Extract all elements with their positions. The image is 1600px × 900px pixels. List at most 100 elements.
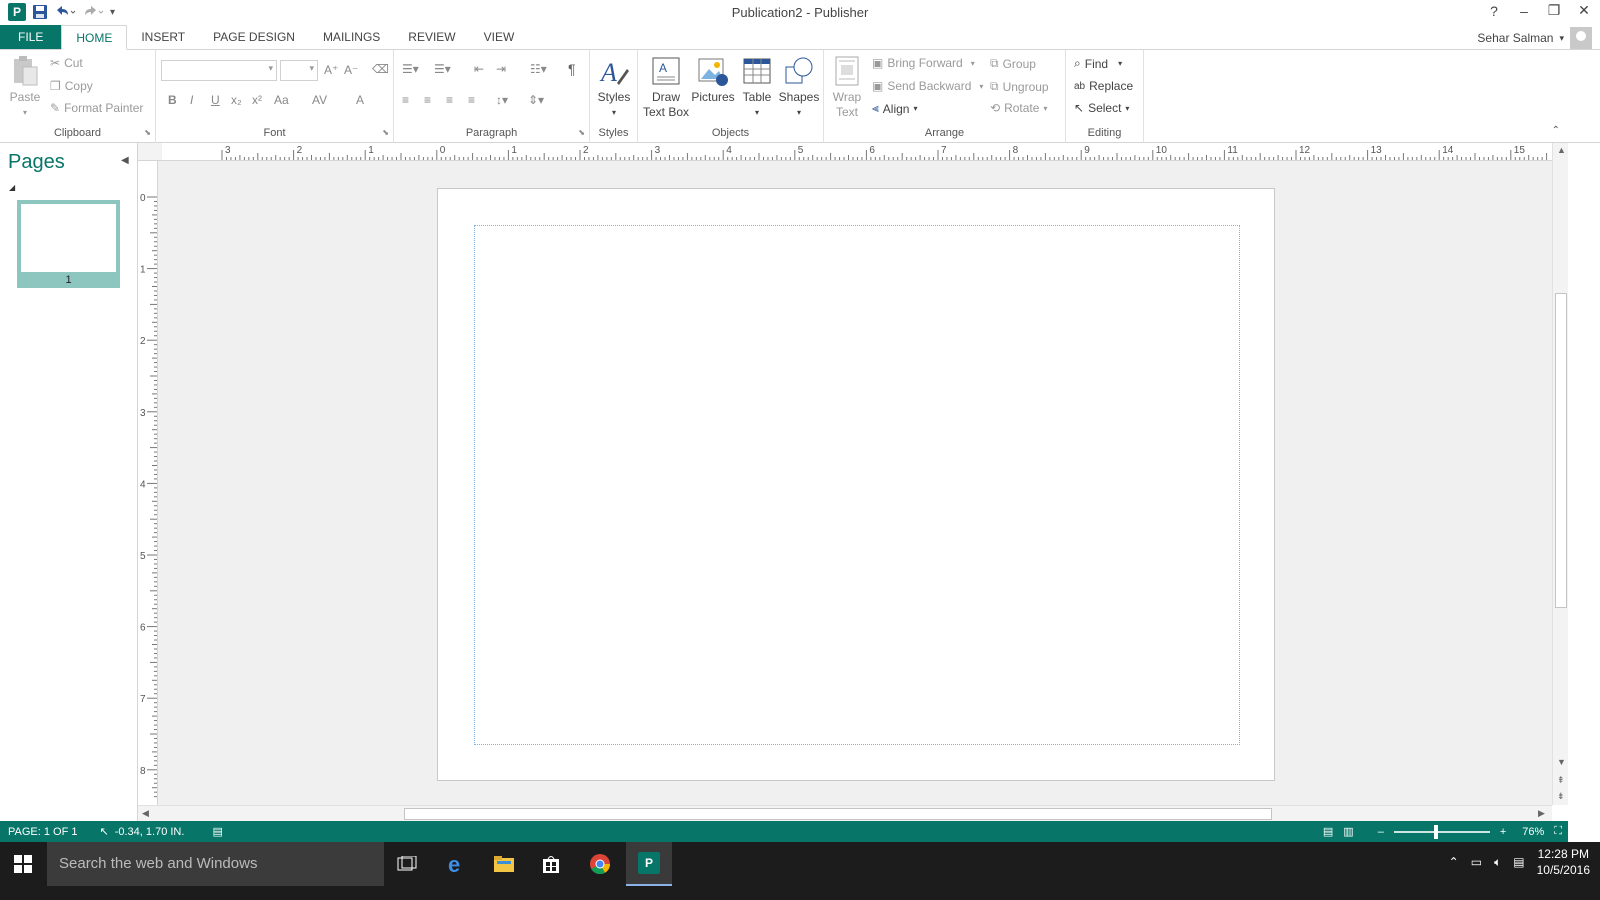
save-icon[interactable] — [32, 2, 48, 22]
zoom-slider[interactable] — [1393, 824, 1490, 839]
volume-icon[interactable]: 🔈︎ — [1494, 855, 1501, 870]
user-account[interactable]: Sehar Salman ▾ — [1477, 27, 1592, 49]
clear-formatting-icon[interactable]: ⌫ — [372, 62, 389, 76]
horizontal-scroll-thumb[interactable] — [404, 808, 1272, 820]
zoom-in-button[interactable]: + — [1500, 826, 1506, 838]
tab-home[interactable]: HOME — [61, 25, 128, 50]
zoom-out-button[interactable]: – — [1378, 826, 1384, 838]
font-launcher-icon[interactable]: ⬊ — [382, 128, 389, 137]
next-page-icon[interactable]: ⇟ — [1557, 791, 1565, 802]
pictures-button[interactable]: Pictures — [690, 54, 736, 105]
publication-page[interactable] — [437, 188, 1275, 781]
ungroup-button[interactable]: ⧉ Ungroup — [990, 79, 1049, 94]
page-indicator[interactable]: PAGE: 1 OF 1 — [8, 826, 78, 838]
show-formatting-button[interactable]: ¶ — [568, 61, 576, 77]
minimize-button[interactable]: – — [1516, 3, 1532, 19]
section-expand-icon[interactable]: ◢ — [9, 183, 15, 192]
redo-icon[interactable] — [82, 2, 104, 22]
bold-button[interactable]: B — [168, 93, 177, 107]
line-spacing-icon[interactable]: ↕▾ — [496, 93, 508, 107]
select-button[interactable]: ↖ Select ▾ — [1074, 101, 1129, 115]
avatar[interactable] — [1570, 27, 1592, 49]
ruler-corner[interactable] — [138, 143, 162, 161]
find-button[interactable]: ⌕ Find ▾ — [1074, 56, 1122, 71]
rotate-button[interactable]: ⟲ Rotate ▾ — [990, 101, 1047, 115]
decrease-indent-icon[interactable]: ⇤ — [474, 62, 484, 76]
shapes-button[interactable]: Shapes ▾ — [778, 54, 820, 120]
task-view-icon[interactable] — [384, 842, 430, 886]
scroll-left-icon[interactable]: ◀ — [142, 808, 149, 819]
tab-file[interactable]: FILE — [0, 25, 62, 49]
align-left-icon[interactable]: ≡ — [402, 93, 409, 107]
two-page-view-icon[interactable]: ▥ — [1343, 825, 1353, 838]
help-button[interactable]: ? — [1486, 3, 1502, 19]
taskbar-search-box[interactable]: Search the web and Windows — [47, 842, 384, 886]
customize-qat-button[interactable]: ▾ — [110, 2, 115, 22]
close-button[interactable]: ✕ — [1576, 2, 1592, 19]
send-backward-button[interactable]: ▣ Send Backward ▾ — [872, 79, 983, 93]
table-button[interactable]: Table ▾ — [738, 54, 776, 120]
replace-button[interactable]: ab Replace — [1074, 79, 1133, 93]
numbering-icon[interactable]: ☰▾ — [434, 62, 451, 76]
publisher-app-icon[interactable]: P — [8, 2, 26, 22]
collapse-ribbon-icon[interactable]: ⌃ — [1552, 125, 1560, 136]
shrink-font-button[interactable]: A⁻ — [344, 63, 358, 77]
align-right-icon[interactable]: ≡ — [446, 93, 453, 107]
user-name[interactable]: Sehar Salman — [1477, 31, 1553, 45]
subscript-button[interactable]: x₂ — [231, 93, 242, 107]
workspace[interactable] — [158, 161, 1552, 805]
vertical-ruler[interactable]: 0 1 2 3 4 5 6 7 8 — [138, 161, 158, 805]
underline-button[interactable]: U — [211, 93, 220, 107]
font-name-combo[interactable] — [161, 60, 277, 81]
character-spacing-button[interactable]: AV — [312, 93, 327, 107]
store-icon[interactable] — [528, 842, 574, 886]
chrome-browser-icon[interactable] — [577, 842, 623, 886]
zoom-slider-thumb[interactable] — [1434, 824, 1439, 839]
collapse-pane-icon[interactable]: ◀ — [121, 155, 129, 166]
increase-indent-icon[interactable]: ⇥ — [496, 62, 506, 76]
styles-button[interactable]: A Styles ▾ — [596, 54, 632, 120]
scroll-up-icon[interactable]: ▲ — [1557, 145, 1566, 155]
windows-start-icon[interactable] — [0, 842, 46, 886]
wrap-text-button[interactable]: Wrap Text — [828, 54, 866, 120]
tab-review[interactable]: REVIEW — [394, 25, 469, 49]
font-size-combo[interactable] — [280, 60, 318, 81]
zoom-level[interactable]: 76% — [1522, 826, 1544, 838]
publisher-taskbar-icon[interactable]: P — [626, 842, 672, 886]
tab-view[interactable]: VIEW — [470, 25, 529, 49]
horizontal-ruler[interactable]: 3 2 1 0 1 2 3 4 5 6 7 8 9 10 11 12 13 14 15 — [162, 143, 1552, 161]
bullets-icon[interactable]: ☰▾ — [402, 62, 419, 76]
undo-icon[interactable] — [54, 2, 76, 22]
align-button[interactable]: ⫷ Align ▾ — [872, 101, 917, 116]
file-explorer-icon[interactable] — [481, 842, 527, 886]
scroll-right-icon[interactable]: ▶ — [1538, 808, 1545, 819]
group-button[interactable]: ⧉ Group — [990, 56, 1036, 71]
fit-page-icon[interactable]: ⛶ — [1554, 825, 1562, 838]
restore-button[interactable]: ❐ — [1546, 2, 1562, 19]
italic-button[interactable]: I — [190, 93, 193, 107]
tab-mailings[interactable]: MAILINGS — [309, 25, 394, 49]
paragraph-launcher-icon[interactable]: ⬊ — [578, 128, 585, 137]
edge-browser-icon[interactable]: e — [434, 842, 480, 886]
network-icon[interactable]: ▭ — [1471, 855, 1482, 869]
bring-forward-button[interactable]: ▣ Bring Forward ▾ — [872, 56, 975, 70]
show-hidden-icons-icon[interactable]: ⌃ — [1449, 855, 1459, 869]
align-center-icon[interactable]: ≡ — [424, 93, 431, 107]
tab-insert[interactable]: INSERT — [127, 25, 199, 49]
copy-button[interactable]: ❐ Copy — [50, 79, 93, 93]
scroll-down-icon[interactable]: ▼ — [1557, 757, 1566, 767]
paste-button[interactable]: Paste ▾ — [8, 54, 42, 120]
vertical-scrollbar[interactable]: ▲ ▼ ⇞ ⇟ — [1552, 143, 1568, 805]
paragraph-spacing-icon[interactable]: ⇕▾ — [528, 93, 544, 107]
font-color-button[interactable]: A — [356, 93, 364, 107]
page-thumbnail[interactable]: 1 — [17, 200, 120, 288]
tab-page-design[interactable]: PAGE DESIGN — [199, 25, 309, 49]
vertical-scroll-thumb[interactable] — [1555, 293, 1567, 608]
clock[interactable]: 12:28 PM 10/5/2016 — [1537, 846, 1590, 878]
action-center-icon[interactable]: ▤ — [1513, 855, 1524, 869]
chevron-down-icon[interactable]: ▾ — [1559, 33, 1564, 44]
single-page-view-icon[interactable]: ▤ — [1323, 825, 1333, 838]
columns-icon[interactable]: ☷▾ — [530, 62, 547, 76]
previous-page-icon[interactable]: ⇞ — [1557, 775, 1565, 786]
format-painter-button[interactable]: ✎ Format Painter — [50, 101, 143, 115]
